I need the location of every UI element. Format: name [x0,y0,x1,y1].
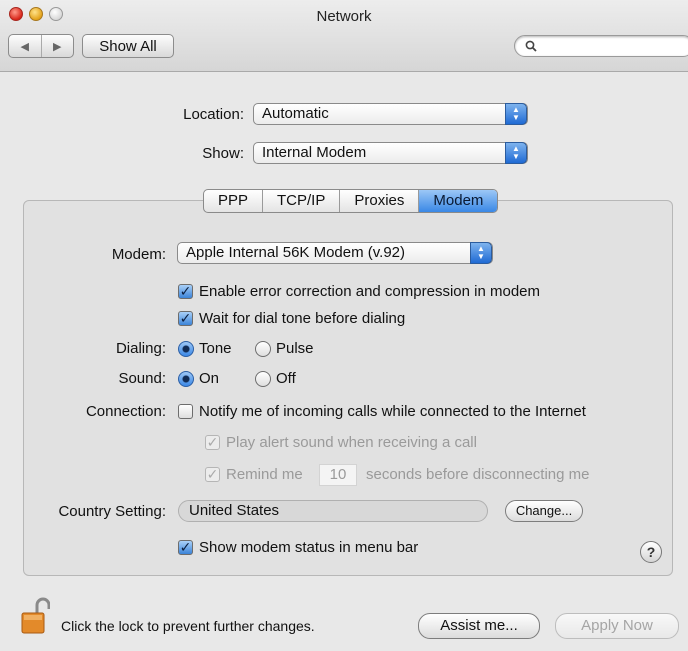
location-value: Automatic [262,105,329,122]
location-popup[interactable]: Automatic ▲ ▼ [253,103,528,125]
search-input[interactable] [514,35,688,57]
sound-label: Sound: [118,370,166,387]
tab-tcpip[interactable]: TCP/IP [263,190,341,212]
back-forward-control[interactable]: ◀ ▶ [8,34,74,58]
tab-bar: PPP TCP/IP Proxies Modem [203,189,499,213]
show-popup[interactable]: Internal Modem ▲ ▼ [253,142,528,164]
country-setting-label: Country Setting: [58,503,166,520]
search-icon [525,40,537,52]
show-modem-status-label: Show modem status in menu bar [199,539,419,556]
country-setting-field: United States [178,500,488,522]
back-arrow-icon[interactable]: ◀ [9,35,41,57]
lock-hint-text: Click the lock to prevent further change… [61,618,315,634]
connection-label: Connection: [85,403,166,420]
change-country-button[interactable]: Change... [505,500,583,522]
notify-incoming-calls-label: Notify me of incoming calls while connec… [199,403,586,420]
assist-me-button[interactable]: Assist me... [418,613,540,639]
tab-modem[interactable]: Modem [419,190,498,212]
dialing-pulse-label: Pulse [276,340,314,357]
play-alert-label: Play alert sound when receiving a call [226,434,477,451]
sound-on-radio[interactable] [178,371,194,387]
popup-arrows-icon: ▲ ▼ [505,103,527,125]
lock-icon[interactable] [20,596,50,636]
modem-popup[interactable]: Apple Internal 56K Modem (v.92) ▲ ▼ [177,242,493,264]
show-value: Internal Modem [262,144,367,161]
wait-dial-tone-checkbox[interactable]: ✓ [178,311,193,326]
dialing-tone-radio[interactable] [178,341,194,357]
remind-seconds-field[interactable]: 10 [319,464,357,486]
tab-proxies[interactable]: Proxies [340,190,420,212]
show-label: Show: [202,145,244,162]
dialing-pulse-radio[interactable] [255,341,271,357]
play-alert-checkbox[interactable]: ✓ [205,435,220,450]
modem-label: Modem: [111,246,166,263]
show-all-button[interactable]: Show All [82,34,174,58]
error-correction-label: Enable error correction and compression … [199,283,540,300]
window-title: Network [316,8,372,25]
show-modem-status-checkbox[interactable]: ✓ [178,540,193,555]
dialing-tone-label: Tone [199,340,232,357]
location-label: Location: [183,106,244,123]
remind-me-checkbox[interactable]: ✓ [205,467,220,482]
dialing-label: Dialing: [115,340,166,357]
error-correction-checkbox[interactable]: ✓ [178,284,193,299]
popup-arrows-icon: ▲ ▼ [505,142,527,164]
remind-seconds-suffix: seconds before disconnecting me [366,466,590,483]
wait-dial-tone-label: Wait for dial tone before dialing [199,310,406,327]
tab-ppp[interactable]: PPP [204,190,264,212]
popup-arrows-icon: ▲ ▼ [470,242,492,264]
notify-incoming-calls-checkbox[interactable] [178,404,193,419]
help-button[interactable]: ? [640,541,662,563]
apply-now-button[interactable]: Apply Now [555,613,679,639]
sound-on-label: On [199,370,220,387]
sound-off-radio[interactable] [255,371,271,387]
remind-me-label: Remind me [226,466,303,483]
modem-value: Apple Internal 56K Modem (v.92) [186,244,406,261]
sound-off-label: Off [276,370,296,387]
forward-arrow-icon[interactable]: ▶ [40,35,74,57]
